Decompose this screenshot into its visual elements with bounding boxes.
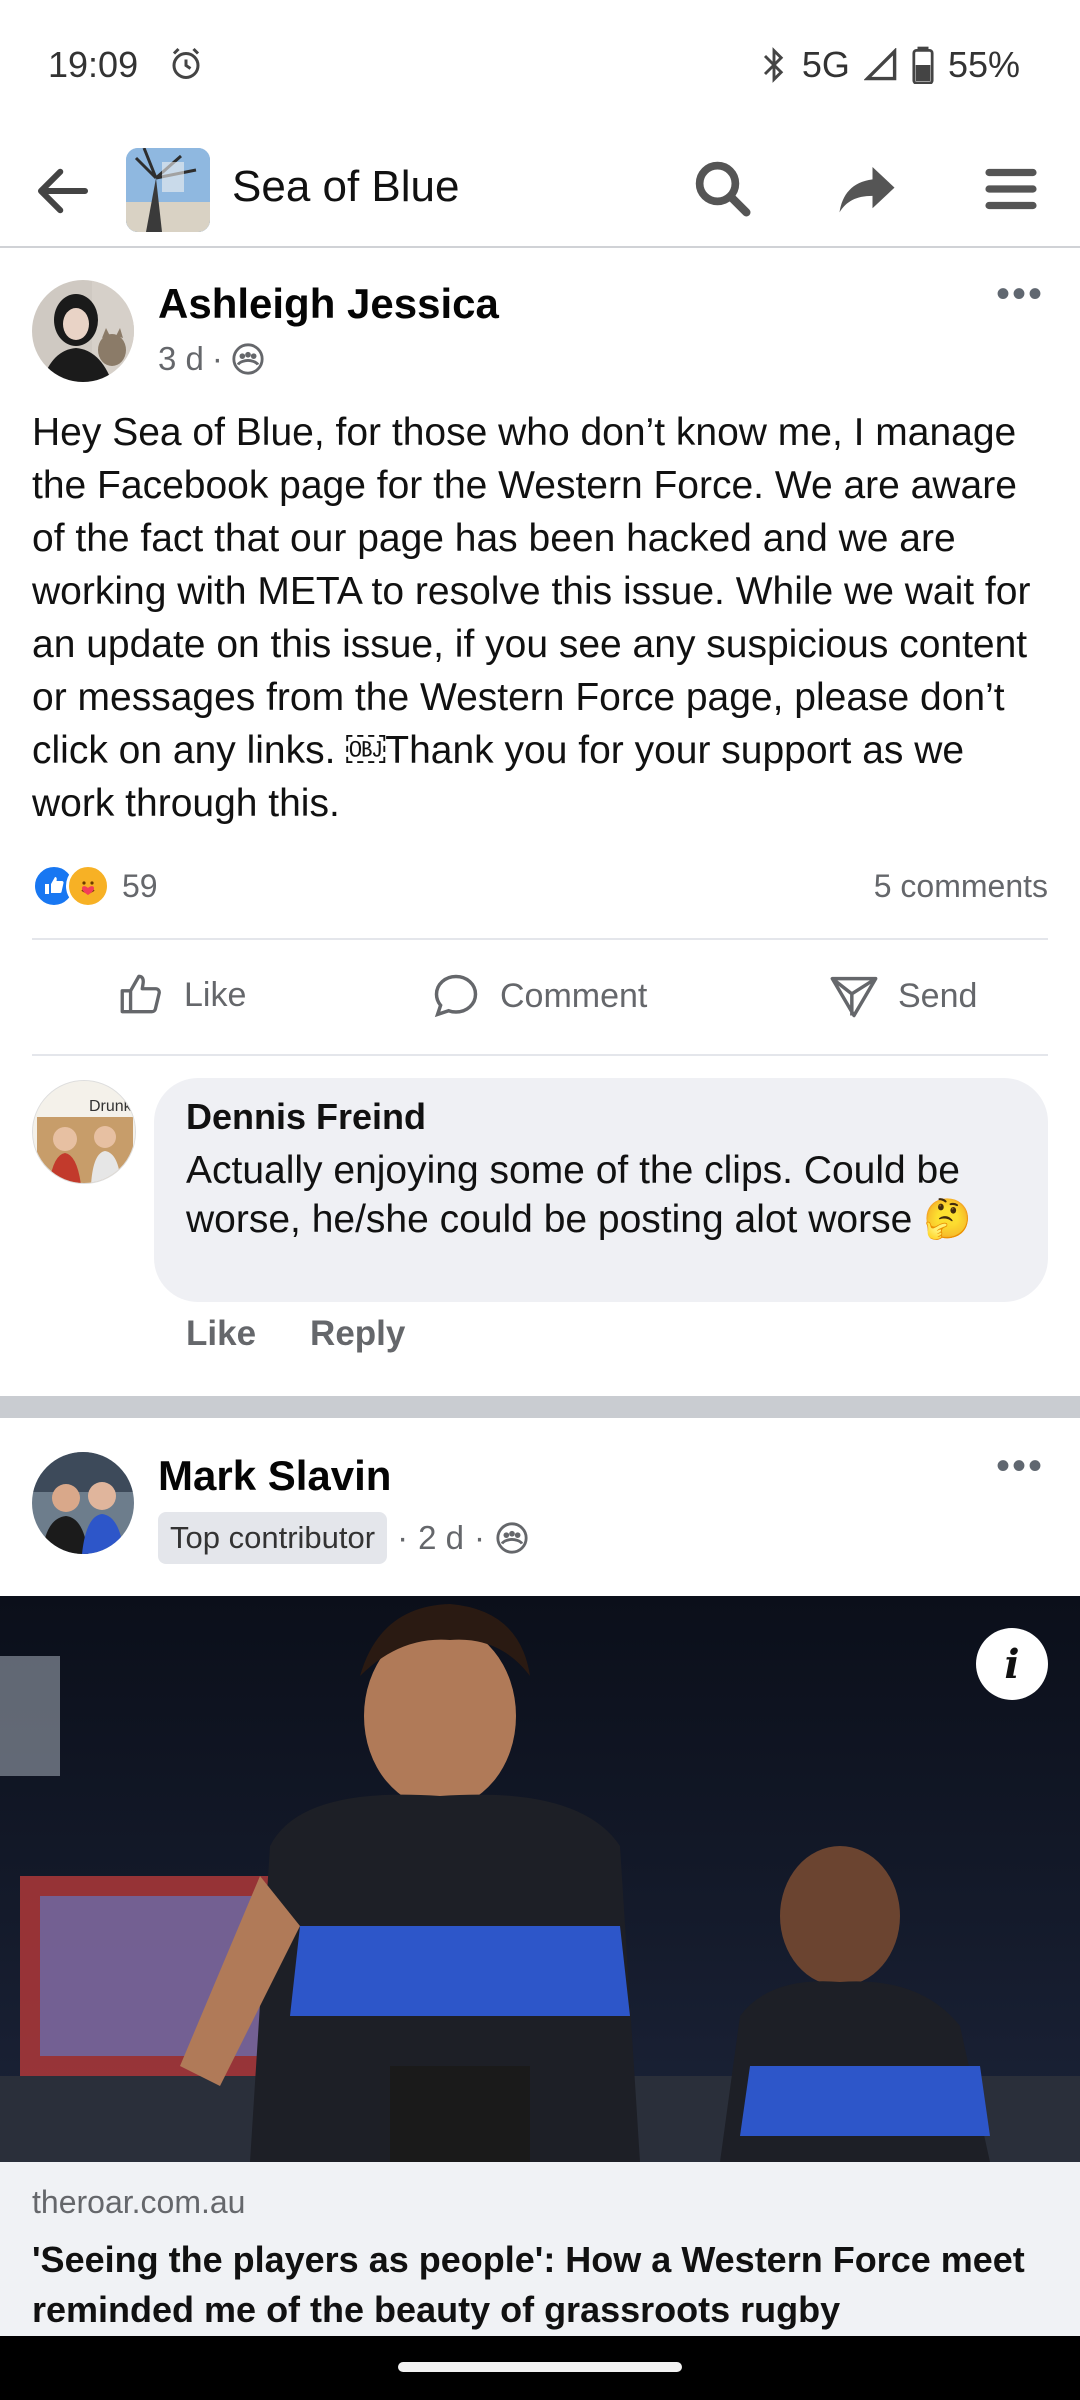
status-indicators: 5G 55%	[760, 44, 1020, 86]
post-card: Mark Slavin Top contributor · 2 d · •••	[0, 1418, 1080, 2400]
feed-separator	[0, 1396, 1080, 1418]
share-icon[interactable]	[834, 156, 900, 222]
battery-icon	[912, 46, 934, 84]
rugby-players-image	[0, 1596, 1080, 2162]
group-photo-image	[126, 148, 210, 232]
reaction-count: 59	[122, 867, 158, 904]
meta-dot: ·	[397, 1519, 409, 1556]
comment-bubble: Dennis Freind Actually enjoying some of …	[154, 1078, 1048, 1302]
link-preview-card[interactable]: theroar.com.au 'Seeing the players as pe…	[0, 2162, 1080, 2342]
send-label: Send	[898, 976, 978, 1015]
post-time[interactable]: 2 d	[418, 1519, 464, 1557]
menu-icon[interactable]	[978, 156, 1044, 222]
post-meta: 3 d ·	[158, 340, 265, 378]
comment-actions: Like Reply	[186, 1314, 405, 1354]
group-icon	[232, 343, 264, 375]
post-time[interactable]: 3 d	[158, 340, 204, 378]
like-button[interactable]: Like	[116, 970, 246, 1020]
comment-button[interactable]: Comment	[430, 970, 647, 1022]
group-avatar[interactable]	[126, 148, 210, 232]
more-options-icon[interactable]: •••	[990, 1446, 1050, 1496]
status-bar: 19:09 5G 55%	[0, 0, 1080, 130]
like-label: Like	[184, 975, 247, 1014]
post-meta: Top contributor · 2 d ·	[158, 1512, 529, 1564]
group-title[interactable]: Sea of Blue	[232, 162, 460, 212]
post-card: Ashleigh Jessica 3 d · ••• Hey Sea of Bl…	[0, 250, 1080, 1390]
meta-dot: ·	[473, 1519, 485, 1556]
more-options-icon[interactable]: •••	[990, 274, 1050, 324]
post-text: Hey Sea of Blue, for those who don’t kno…	[32, 411, 1031, 825]
system-nav-bar	[0, 2336, 1080, 2400]
care-reaction-icon	[66, 864, 110, 908]
battery-level: 55%	[947, 44, 1020, 85]
network-type: 5G	[801, 44, 850, 85]
status-time: 19:09	[48, 44, 139, 85]
group-icon	[496, 1522, 528, 1554]
send-button[interactable]: Send	[828, 970, 977, 1022]
comment-text: Actually enjoying some of the clips. Cou…	[186, 1149, 972, 1241]
commenter-avatar-text: Drunk	[89, 1098, 133, 1115]
group-header: Sea of Blue	[0, 130, 1080, 248]
comment-icon	[434, 974, 478, 1018]
comment-label: Comment	[500, 976, 648, 1015]
back-arrow-icon[interactable]	[30, 158, 96, 224]
author-avatar[interactable]	[32, 280, 134, 382]
like-icon	[120, 974, 161, 1014]
link-title: 'Seeing the players as people': How a We…	[32, 2239, 1025, 2330]
info-icon[interactable]: i	[976, 1628, 1048, 1700]
top-contributor-badge: Top contributor	[158, 1512, 388, 1564]
commenter-avatar[interactable]: Drunk	[32, 1080, 136, 1184]
alarm-icon	[172, 47, 200, 79]
author-name[interactable]: Mark Slavin	[158, 1452, 391, 1500]
author-name[interactable]: Ashleigh Jessica	[158, 280, 499, 328]
author-photo-image	[32, 1452, 134, 1554]
search-icon[interactable]	[690, 156, 756, 222]
signal-icon	[863, 48, 897, 81]
comment-like-button[interactable]: Like	[186, 1314, 256, 1354]
reaction-summary[interactable]: 59	[32, 864, 158, 908]
comments-count[interactable]: 5 comments	[874, 868, 1048, 905]
link-preview-image[interactable]: i	[0, 1596, 1080, 2162]
commenter-name[interactable]: Dennis Freind	[186, 1096, 1016, 1138]
home-gesture-handle[interactable]	[398, 2362, 682, 2372]
meta-dot: ·	[211, 340, 223, 377]
divider	[32, 1054, 1048, 1056]
bluetooth-icon	[763, 47, 784, 83]
commenter-photo-image: Drunk	[33, 1081, 135, 1183]
comment-reply-button[interactable]: Reply	[310, 1314, 405, 1354]
author-photo-image	[32, 280, 134, 382]
send-icon	[830, 976, 878, 1018]
link-domain: theroar.com.au	[32, 2184, 246, 2220]
author-avatar[interactable]	[32, 1452, 134, 1554]
post-actions: Like Comment Send	[0, 940, 1080, 1050]
